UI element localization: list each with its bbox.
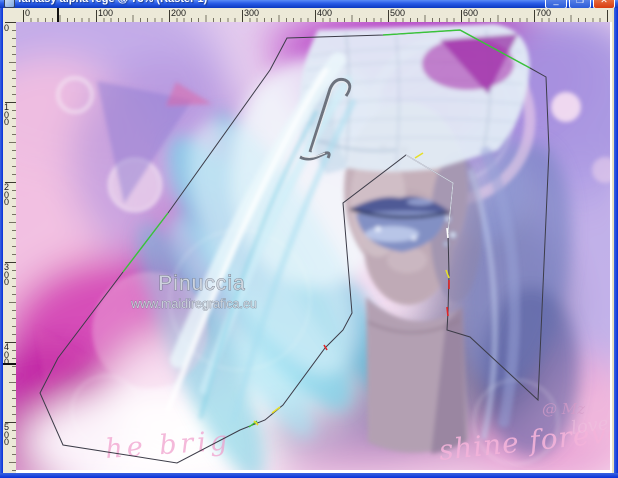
ruler-position-marker-top bbox=[57, 8, 59, 22]
window-border-bottom bbox=[0, 473, 618, 478]
ruler-corner bbox=[3, 8, 17, 23]
window-border-right bbox=[614, 8, 618, 478]
watermark-name: Pinuccia bbox=[158, 272, 245, 295]
app-window: fantasy alpha rege @ 73% (Raster 1) _ ❐ … bbox=[0, 0, 618, 478]
ruler-label: 100 bbox=[98, 8, 114, 18]
ruler-label: 500 bbox=[4, 422, 10, 447]
ruler-label: 400 bbox=[317, 8, 333, 18]
window-icon bbox=[4, 0, 15, 8]
window-title: fantasy alpha rege @ 73% (Raster 1) bbox=[18, 0, 207, 5]
restore-button[interactable]: ❐ bbox=[569, 0, 591, 8]
ruler-label: 200 bbox=[4, 182, 10, 207]
canvas-artwork[interactable]: Pinuccia www.maidiregrafica.eu he brig s… bbox=[16, 22, 610, 470]
ruler-label: 700 bbox=[536, 8, 552, 18]
ruler-position-marker-left bbox=[3, 363, 16, 365]
artist-signature: @ Mz bbox=[542, 400, 585, 418]
ruler-label: 300 bbox=[244, 8, 260, 18]
ruler-ticks-major bbox=[5, 22, 16, 473]
ruler-label: 200 bbox=[171, 8, 187, 18]
watermark-url: www.maidiregrafica.eu bbox=[130, 297, 257, 311]
ruler-horizontal[interactable]: 0 100 200 300 400 500 600 700 bbox=[16, 8, 612, 23]
ruler-vertical[interactable]: 0 100 200 300 400 500 bbox=[3, 22, 17, 473]
close-button[interactable]: ✕ bbox=[593, 0, 615, 8]
image-canvas[interactable]: Pinuccia www.maidiregrafica.eu he brig s… bbox=[16, 22, 612, 473]
ruler-label: 300 bbox=[4, 262, 10, 287]
ruler-label: 500 bbox=[390, 8, 406, 18]
titlebar[interactable]: fantasy alpha rege @ 73% (Raster 1) _ ❐ … bbox=[0, 0, 618, 8]
ruler-label: 600 bbox=[463, 8, 479, 18]
ruler-label: 0 bbox=[4, 23, 10, 33]
ruler-label: 0 bbox=[25, 8, 31, 18]
minimize-button[interactable]: _ bbox=[545, 0, 567, 8]
ruler-label: 100 bbox=[4, 102, 10, 127]
